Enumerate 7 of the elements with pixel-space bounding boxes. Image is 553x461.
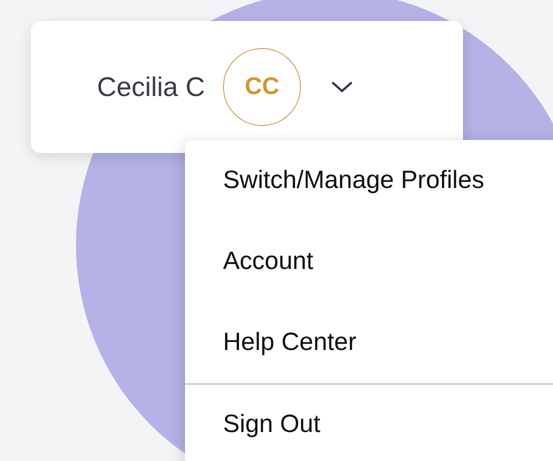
profile-card[interactable]: Cecilia C CC: [31, 21, 463, 153]
menu-item[interactable]: Help Center: [185, 302, 553, 383]
avatar: CC: [223, 48, 302, 126]
menu-item[interactable]: Account: [185, 221, 553, 302]
user-name: Cecilia C: [97, 72, 206, 102]
chevron-down-icon[interactable]: [331, 81, 354, 93]
menu-item[interactable]: Sign Out: [185, 383, 553, 461]
